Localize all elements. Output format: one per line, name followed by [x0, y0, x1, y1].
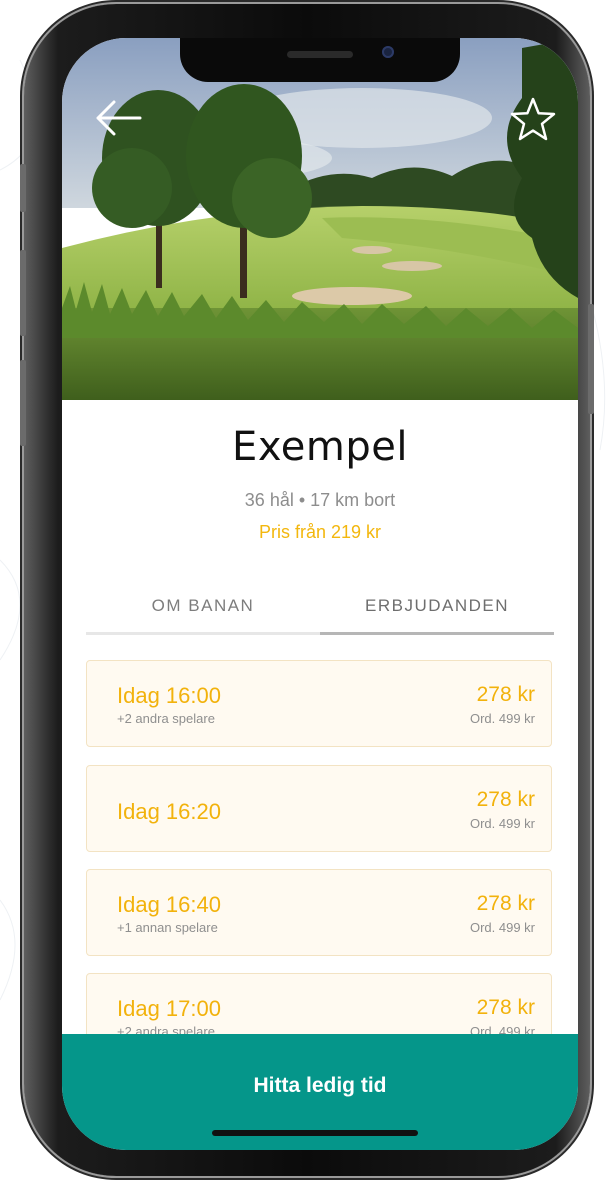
course-photo [62, 38, 578, 400]
offer-price: 278 kr [476, 892, 535, 915]
offer-card[interactable]: Idag 16:20 278 kr Ord. 499 kr [86, 765, 552, 852]
offer-time: Idag 16:40 [117, 892, 221, 917]
find-tee-time-button[interactable]: Hitta ledig tid [62, 1034, 578, 1150]
offer-time: Idag 16:20 [117, 799, 221, 824]
notch [180, 38, 460, 82]
tab-erbjudanden[interactable]: ERBJUDANDEN [320, 596, 554, 616]
offer-price: 278 kr [476, 683, 535, 706]
home-indicator [212, 1130, 418, 1136]
front-camera [382, 46, 394, 58]
offer-players: +1 annan spelare [117, 920, 218, 935]
star-outline-icon[interactable] [510, 96, 556, 142]
tab-underline [86, 632, 320, 635]
power-button [588, 304, 594, 414]
offer-time: Idag 16:00 [117, 683, 221, 708]
app-screen: Exempel 36 hål • 17 km bort Pris från 21… [62, 38, 578, 1150]
speaker [287, 51, 353, 58]
course-title: Exempel [232, 424, 408, 470]
offer-players: +2 andra spelare [117, 711, 215, 726]
offer-ordinary-price: Ord. 499 kr [469, 816, 535, 831]
volume-down-button [20, 360, 26, 446]
find-tee-time-label: Hitta ledig tid [253, 1074, 387, 1097]
offer-card[interactable]: Idag 16:40 +1 annan spelare 278 kr Ord. … [86, 869, 552, 956]
offer-time: Idag 17:00 [117, 996, 221, 1021]
course-holes-distance: 36 hål • 17 km bort [244, 490, 396, 510]
offer-price: 278 kr [476, 996, 535, 1019]
course-price-from: Pris från 219 kr [258, 522, 382, 542]
arrow-left-icon[interactable] [94, 98, 142, 138]
tab-om-banan[interactable]: OM BANAN [86, 596, 320, 616]
offer-price: 278 kr [476, 788, 535, 811]
volume-up-button [20, 250, 26, 336]
tab-active-indicator [320, 632, 554, 635]
offer-card[interactable]: Idag 16:00 +2 andra spelare 278 kr Ord. … [86, 660, 552, 747]
offer-ordinary-price: Ord. 499 kr [469, 920, 535, 935]
silent-switch [20, 164, 26, 212]
offer-ordinary-price: Ord. 499 kr [469, 711, 535, 726]
